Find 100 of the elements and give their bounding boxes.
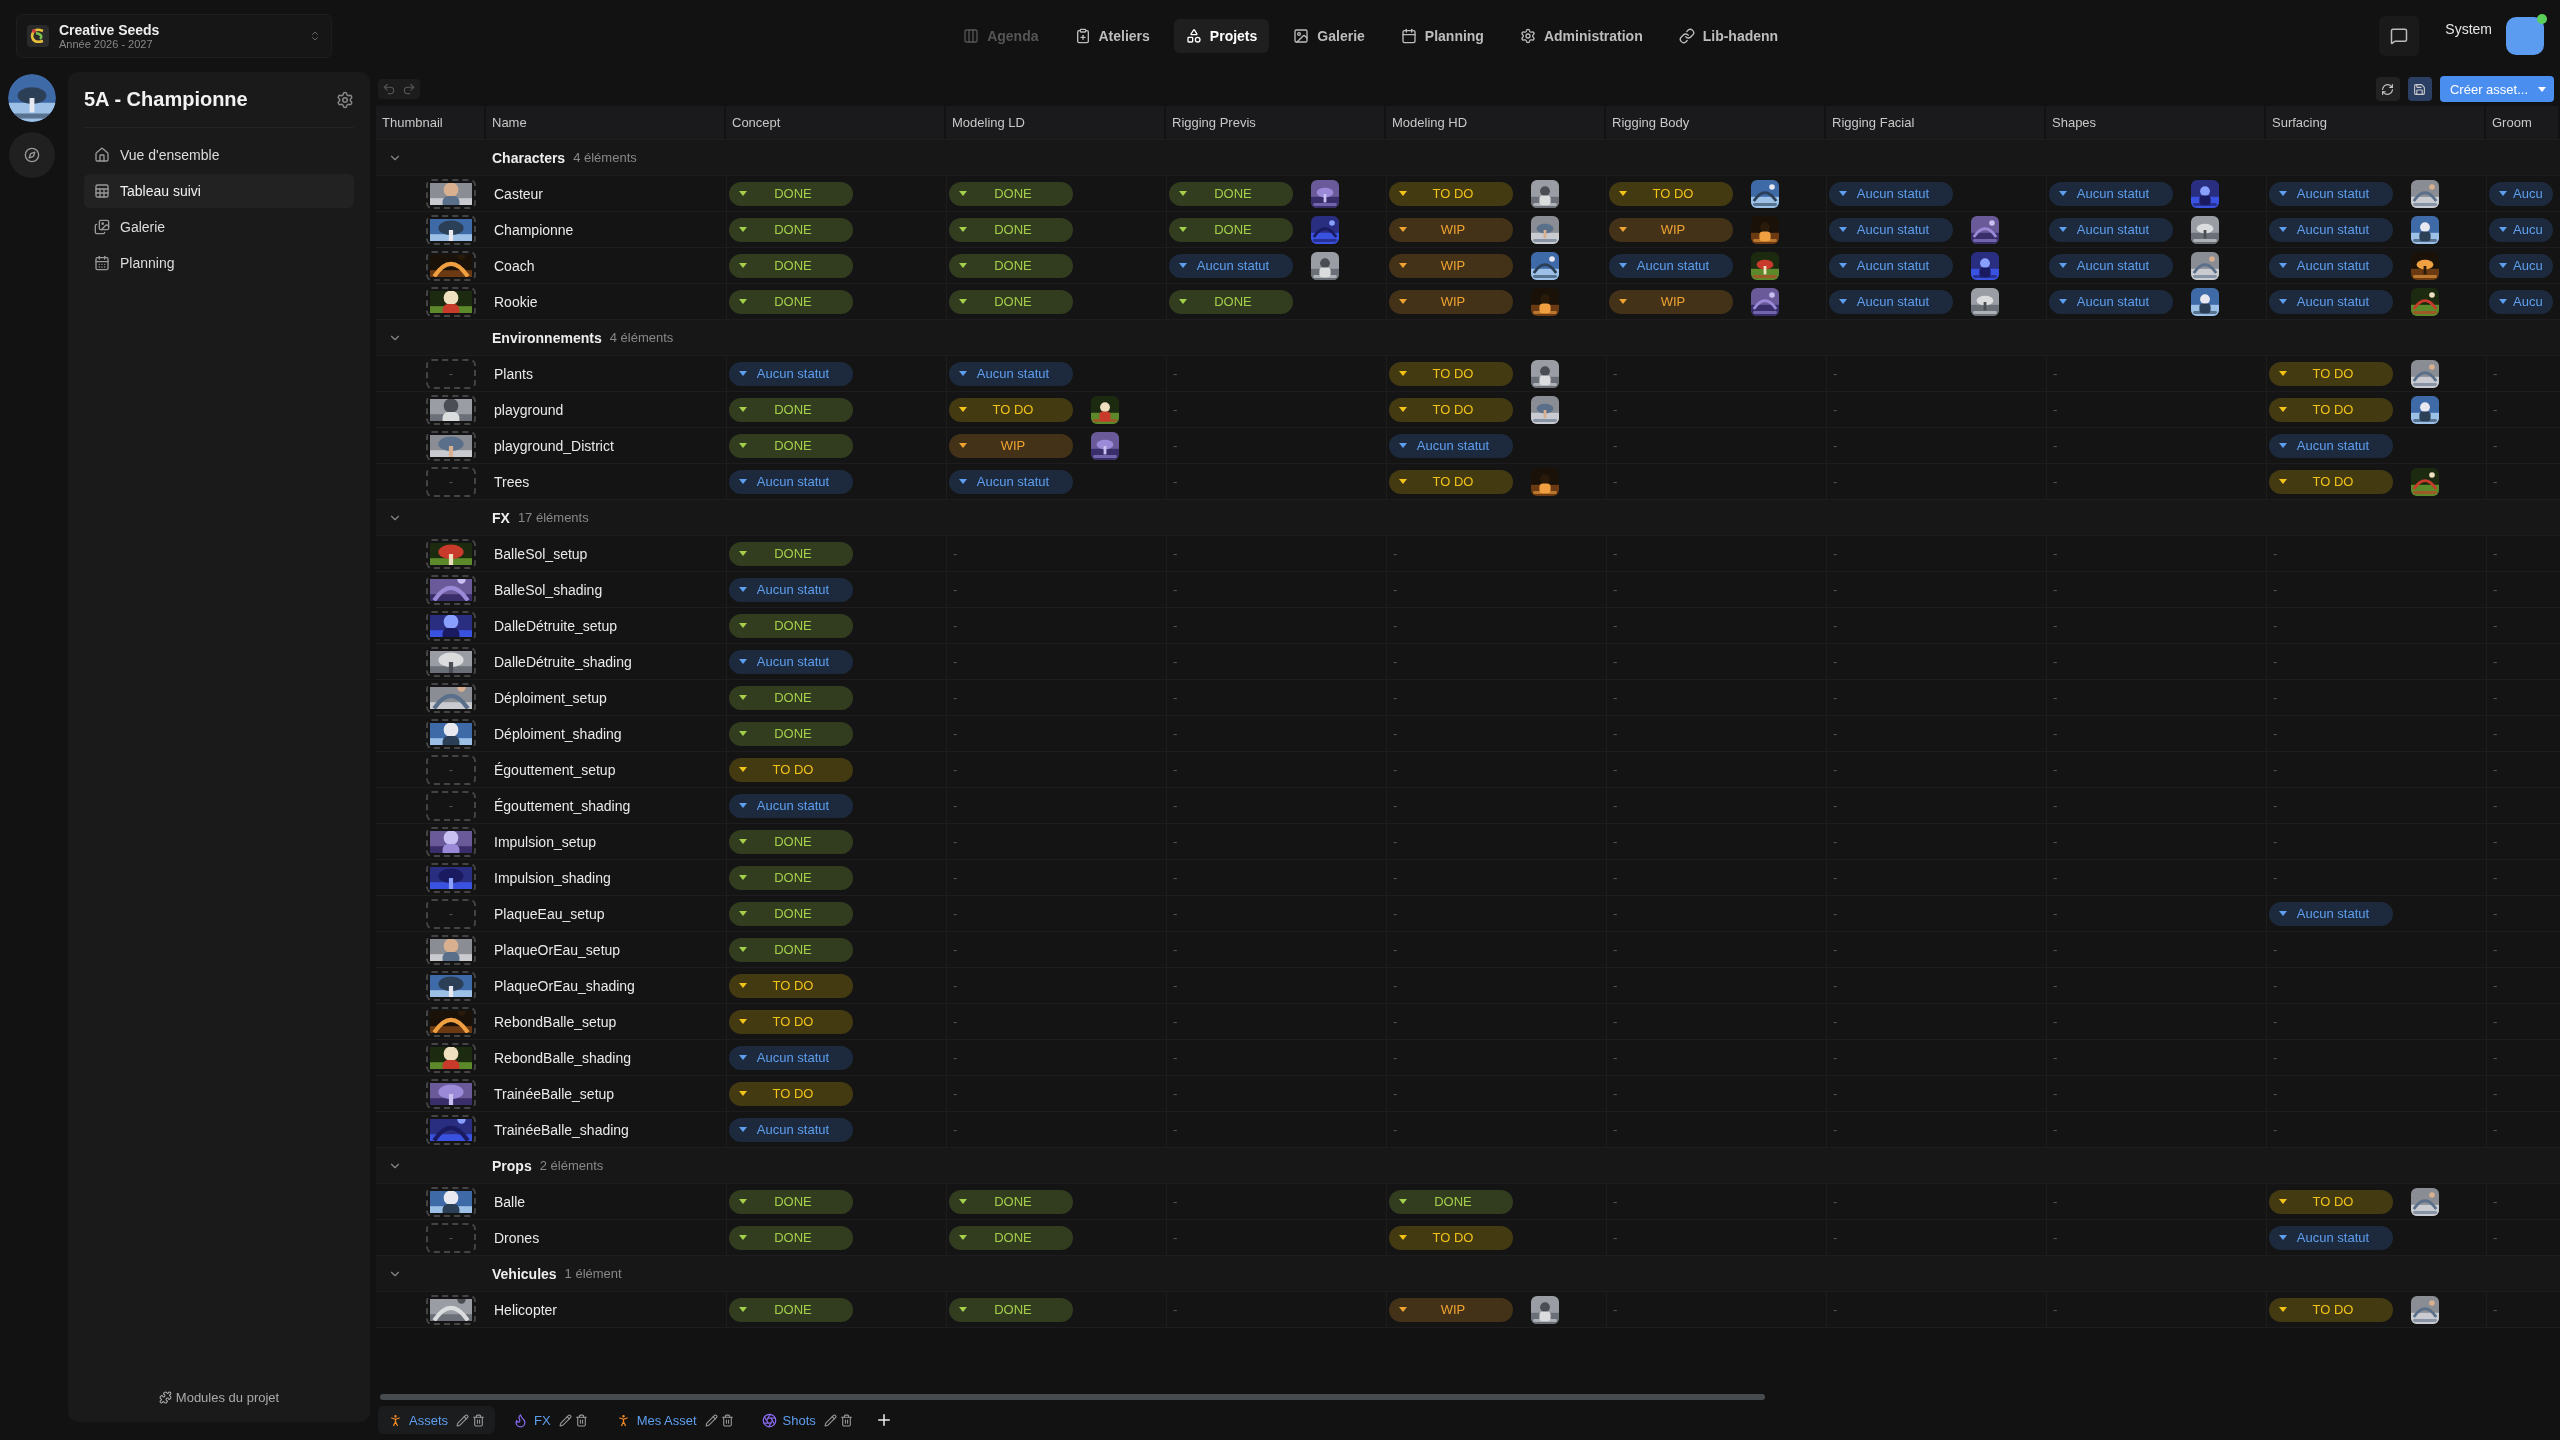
status-dropdown[interactable]: WIP xyxy=(1389,217,1513,242)
status-dropdown[interactable]: DONE xyxy=(729,865,853,890)
asset-name[interactable]: Égouttement_setup xyxy=(488,761,616,778)
sidebar-item[interactable]: Vue d'ensemble xyxy=(84,138,354,172)
status-dropdown[interactable]: Aucun statut xyxy=(2049,217,2173,242)
status-dropdown[interactable]: DONE xyxy=(949,181,1073,206)
nav-item[interactable]: Planning xyxy=(1388,19,1496,53)
status-dropdown[interactable]: Aucun statut xyxy=(729,577,853,602)
status-dropdown[interactable]: WIP xyxy=(1609,289,1733,314)
status-dropdown[interactable]: DONE xyxy=(729,937,853,962)
asset-name[interactable]: TrainéeBalle_shading xyxy=(488,1121,629,1138)
status-dropdown[interactable]: DONE xyxy=(949,1297,1073,1322)
status-dropdown[interactable]: DONE xyxy=(729,829,853,854)
status-dropdown[interactable]: WIP xyxy=(1609,217,1733,242)
status-dropdown[interactable]: Aucun statut xyxy=(1829,217,1953,242)
trash-icon[interactable] xyxy=(574,1413,588,1427)
explore-button[interactable] xyxy=(9,132,55,178)
status-dropdown[interactable]: DONE xyxy=(729,613,853,638)
asset-name[interactable]: PlaqueEau_setup xyxy=(488,905,605,922)
status-dropdown[interactable]: DONE xyxy=(729,181,853,206)
sidebar-item[interactable]: Galerie xyxy=(84,210,354,244)
status-dropdown[interactable]: Aucun statut xyxy=(729,1117,853,1142)
asset-name[interactable]: TrainéeBalle_setup xyxy=(488,1085,615,1102)
status-dropdown[interactable]: Aucun statut xyxy=(729,793,853,818)
edit-icon[interactable] xyxy=(558,1413,572,1427)
nav-item[interactable]: Administration xyxy=(1507,19,1655,53)
status-dropdown[interactable]: DONE xyxy=(949,1225,1073,1250)
status-dropdown[interactable]: TO DO xyxy=(729,1081,853,1106)
asset-name[interactable]: Égouttement_shading xyxy=(488,797,631,814)
status-dropdown[interactable]: Aucu xyxy=(2489,289,2553,314)
status-dropdown[interactable]: Aucun statut xyxy=(1829,289,1953,314)
status-dropdown[interactable]: TO DO xyxy=(729,757,853,782)
status-dropdown[interactable]: Aucun statut xyxy=(949,361,1073,386)
asset-name[interactable]: Plants xyxy=(488,365,533,382)
status-dropdown[interactable]: Aucun statut xyxy=(1609,253,1733,278)
status-dropdown[interactable]: DONE xyxy=(729,253,853,278)
status-dropdown[interactable]: DONE xyxy=(729,1189,853,1214)
asset-name[interactable]: Déploiment_setup xyxy=(488,689,607,706)
view-tab[interactable]: Assets xyxy=(378,1406,495,1434)
asset-name[interactable]: Impulsion_setup xyxy=(488,833,596,850)
status-dropdown[interactable]: TO DO xyxy=(2269,397,2393,422)
status-dropdown[interactable]: DONE xyxy=(729,397,853,422)
status-dropdown[interactable]: WIP xyxy=(1389,253,1513,278)
status-dropdown[interactable]: DONE xyxy=(1169,289,1293,314)
status-dropdown[interactable]: Aucun statut xyxy=(2269,289,2393,314)
edit-icon[interactable] xyxy=(704,1413,718,1427)
status-dropdown[interactable]: Aucun statut xyxy=(2269,1225,2393,1250)
sidebar-item[interactable]: Planning xyxy=(84,246,354,280)
status-dropdown[interactable]: Aucun statut xyxy=(2269,217,2393,242)
status-dropdown[interactable]: TO DO xyxy=(1389,1225,1513,1250)
settings-button[interactable] xyxy=(336,90,354,109)
asset-name[interactable]: BalleSol_shading xyxy=(488,581,603,598)
status-dropdown[interactable]: TO DO xyxy=(1389,361,1513,386)
status-dropdown[interactable]: Aucun statut xyxy=(1829,253,1953,278)
user-avatar[interactable] xyxy=(2506,17,2544,55)
nav-item[interactable]: Lib-hadenn xyxy=(1666,19,1791,53)
status-dropdown[interactable]: WIP xyxy=(1389,1297,1513,1322)
status-dropdown[interactable]: Aucun statut xyxy=(1169,253,1293,278)
nav-item[interactable]: Projets xyxy=(1173,19,1270,53)
asset-name[interactable]: Rookie xyxy=(488,293,538,310)
status-dropdown[interactable]: DONE xyxy=(1169,217,1293,242)
asset-name[interactable]: Balle xyxy=(488,1193,526,1210)
status-dropdown[interactable]: TO DO xyxy=(2269,469,2393,494)
status-dropdown[interactable]: Aucun statut xyxy=(1829,181,1953,206)
status-dropdown[interactable]: TO DO xyxy=(2269,1297,2393,1322)
status-dropdown[interactable]: Aucun statut xyxy=(729,649,853,674)
status-dropdown[interactable]: DONE xyxy=(1389,1189,1513,1214)
asset-name[interactable]: playground_District xyxy=(488,437,614,454)
status-dropdown[interactable]: WIP xyxy=(1389,289,1513,314)
sidebar-item[interactable]: Tableau suivi xyxy=(84,174,354,208)
view-tab[interactable]: FX xyxy=(503,1406,598,1434)
asset-name[interactable]: DalleDétruite_shading xyxy=(488,653,632,670)
edit-icon[interactable] xyxy=(456,1413,469,1427)
status-dropdown[interactable]: Aucun statut xyxy=(2269,433,2393,458)
nav-item[interactable]: Ateliers xyxy=(1062,19,1162,53)
asset-name[interactable]: DalleDétruite_setup xyxy=(488,617,617,634)
asset-name[interactable]: playground xyxy=(488,401,564,418)
status-dropdown[interactable]: Aucun statut xyxy=(2269,901,2393,926)
asset-name[interactable]: RebondBalle_shading xyxy=(488,1049,631,1066)
modules-link[interactable]: Modules du projet xyxy=(152,1389,286,1406)
status-dropdown[interactable]: DONE xyxy=(729,721,853,746)
asset-name[interactable]: PlaqueOrEau_shading xyxy=(488,977,635,994)
status-dropdown[interactable]: TO DO xyxy=(1609,181,1733,206)
status-dropdown[interactable]: DONE xyxy=(729,1297,853,1322)
nav-item[interactable]: Galerie xyxy=(1281,19,1377,53)
status-dropdown[interactable]: WIP xyxy=(949,433,1073,458)
status-dropdown[interactable]: DONE xyxy=(949,289,1073,314)
status-dropdown[interactable]: TO DO xyxy=(729,1009,853,1034)
status-dropdown[interactable]: Aucun statut xyxy=(2269,253,2393,278)
status-dropdown[interactable]: Aucun statut xyxy=(2049,289,2173,314)
status-dropdown[interactable]: TO DO xyxy=(2269,1189,2393,1214)
edit-icon[interactable] xyxy=(823,1413,837,1427)
status-dropdown[interactable]: DONE xyxy=(729,289,853,314)
trash-icon[interactable] xyxy=(472,1413,485,1427)
view-tab[interactable]: Mes Asset xyxy=(605,1406,744,1434)
status-dropdown[interactable]: DONE xyxy=(729,433,853,458)
status-dropdown[interactable]: Aucu xyxy=(2489,181,2553,206)
trash-icon[interactable] xyxy=(720,1413,734,1427)
asset-name[interactable]: Trees xyxy=(488,473,530,490)
chat-button[interactable] xyxy=(2379,16,2420,56)
